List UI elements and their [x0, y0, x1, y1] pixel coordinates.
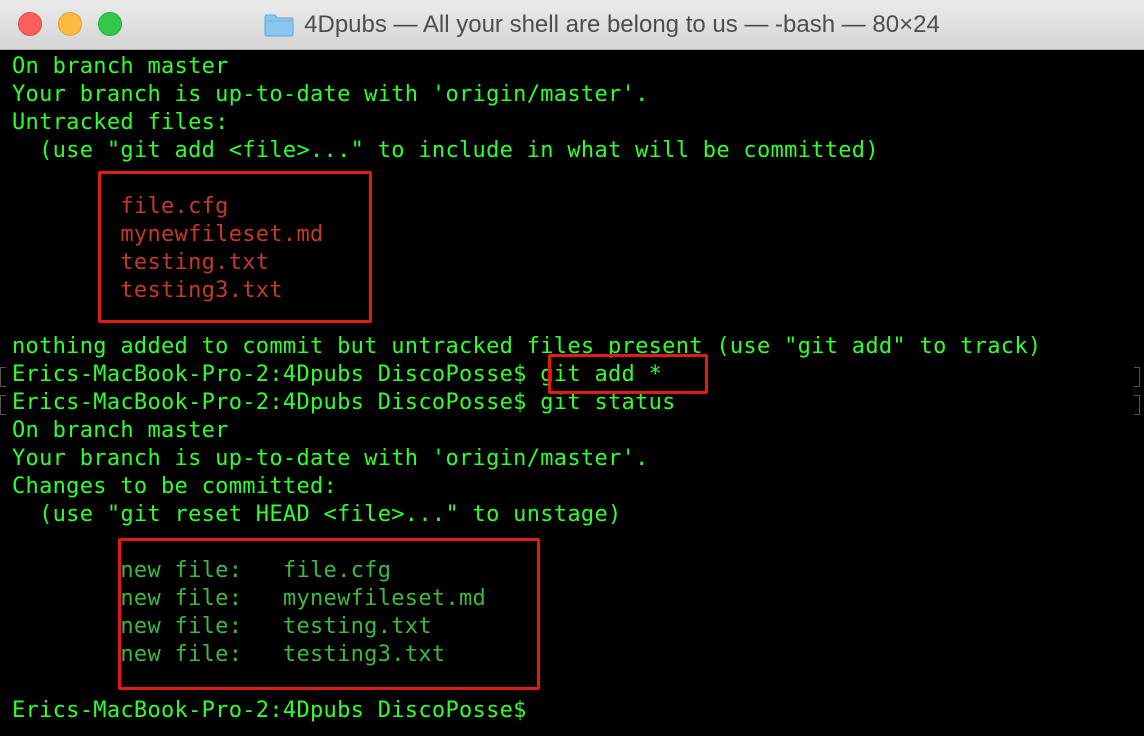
window-title: 4Dpubs — All your shell are belong to us…	[304, 11, 940, 38]
terminal-line: (use "git add <file>..." to include in w…	[12, 138, 879, 163]
terminal-line: (use "git reset HEAD <file>..." to unsta…	[12, 502, 622, 527]
prompt-mark-left	[0, 367, 6, 387]
folder-icon	[264, 14, 294, 37]
title-bar[interactable]: 4Dpubs — All your shell are belong to us…	[0, 0, 1144, 50]
prompt-line: Erics-MacBook-Pro-2:4Dpubs DiscoPosse$	[12, 698, 541, 723]
prompt-mark-left	[0, 395, 6, 415]
terminal-line: nothing added to commit but untracked fi…	[12, 334, 1042, 359]
terminal-window: 4Dpubs — All your shell are belong to us…	[0, 0, 1144, 736]
terminal-line: Your branch is up-to-date with 'origin/m…	[12, 446, 649, 471]
prompt-mark-right	[1134, 395, 1140, 415]
window-title-wrap: 4Dpubs — All your shell are belong to us…	[0, 0, 1144, 50]
terminal-line: On branch master	[12, 54, 229, 79]
terminal-line: Changes to be committed:	[12, 474, 338, 499]
terminal-line: On branch master	[12, 418, 229, 443]
terminal-line: Untracked files:	[12, 110, 229, 135]
git-add-highlight	[548, 354, 708, 394]
terminal-line: Your branch is up-to-date with 'origin/m…	[12, 82, 649, 107]
terminal-output[interactable]: On branch master Your branch is up-to-da…	[0, 51, 1144, 736]
staged-files-highlight	[118, 538, 540, 690]
untracked-files-highlight	[98, 171, 372, 323]
prompt-mark-right	[1134, 367, 1140, 387]
